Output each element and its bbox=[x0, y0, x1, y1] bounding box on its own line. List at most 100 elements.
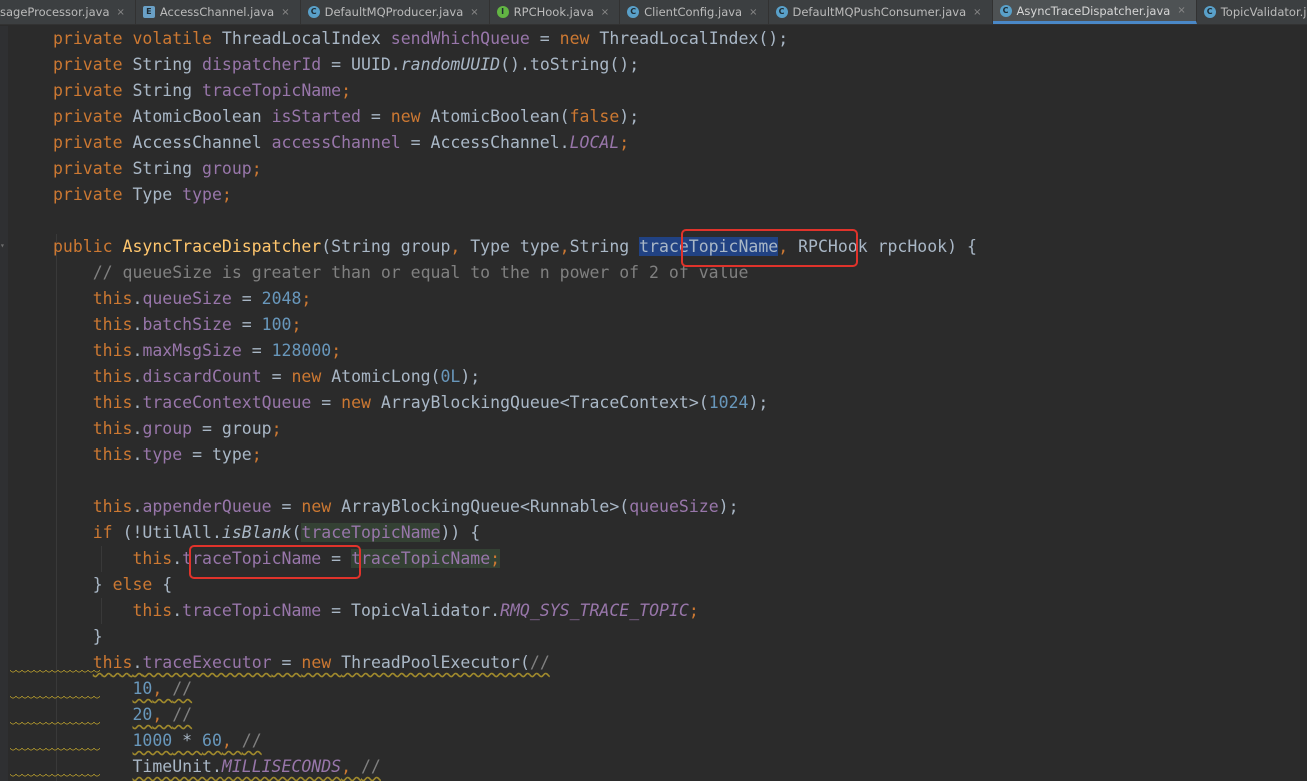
code-token: AtomicBoolean bbox=[132, 107, 272, 126]
code-line[interactable]: private AtomicBoolean isStarted = new At… bbox=[53, 104, 639, 130]
code-token: this bbox=[92, 497, 133, 516]
code-token: = AccessChannel. bbox=[400, 133, 570, 152]
class-icon: C bbox=[307, 6, 320, 18]
code-token: this bbox=[132, 549, 173, 568]
code-line[interactable]: this.maxMsgSize = 128000; bbox=[53, 338, 341, 364]
tab-defaultmqproducer[interactable]: C DefaultMQProducer.java × bbox=[301, 0, 490, 24]
selected-token: traceTopicName bbox=[639, 237, 779, 256]
code-token: , bbox=[152, 679, 173, 698]
tab-label: RPCHook.java bbox=[513, 5, 594, 19]
code-token: ArrayBlockingQueue<Runnable>( bbox=[341, 497, 630, 516]
code-line[interactable]: private Type type; bbox=[53, 182, 232, 208]
class-icon: C bbox=[775, 6, 788, 18]
code-line[interactable]: this.batchSize = 100; bbox=[53, 312, 302, 338]
tab-accesschannel[interactable]: E AccessChannel.java × bbox=[136, 0, 301, 24]
code-token: // bbox=[172, 679, 193, 698]
code-token: 10 bbox=[132, 679, 153, 698]
code-token: , bbox=[221, 731, 242, 750]
tab-sageprocessor[interactable]: sageProcessor.java × bbox=[0, 0, 136, 24]
editor-tab-bar: sageProcessor.java × E AccessChannel.java × C… bbox=[0, 0, 1307, 25]
close-tab-icon[interactable]: × bbox=[1177, 5, 1185, 16]
code-line[interactable]: this.traceContextQueue = new ArrayBlocki… bbox=[53, 390, 769, 416]
code-token: 2048 bbox=[261, 289, 302, 308]
code-line[interactable]: public AsyncTraceDispatcher(String group… bbox=[53, 234, 977, 260]
tab-asynctracedispatcher[interactable]: C AsyncTraceDispatcher.java × bbox=[992, 0, 1197, 24]
code-line[interactable]: this.traceTopicName = TopicValidator.RMQ… bbox=[53, 598, 698, 624]
code-token: ThreadLocalIndex bbox=[221, 29, 391, 48]
code-line[interactable]: this.group = group; bbox=[53, 416, 282, 442]
code-token: ThreadLocalIndex(); bbox=[599, 29, 789, 48]
code-line[interactable]: } else { bbox=[53, 572, 172, 598]
code-line[interactable]: private String dispatcherId = UUID.rando… bbox=[53, 52, 639, 78]
code-line[interactable]: this.queueSize = 2048; bbox=[53, 286, 312, 312]
code-token: sendWhichQueue bbox=[390, 29, 530, 48]
code-token: ); bbox=[619, 107, 640, 126]
code-token: accessChannel bbox=[271, 133, 401, 152]
tab-label: TopicValidator.java bbox=[1220, 5, 1307, 19]
tab-defaultmqpushconsumer[interactable]: C DefaultMQPushConsumer.java × bbox=[769, 0, 993, 24]
code-token: traceExecutor bbox=[142, 653, 272, 672]
code-token: , bbox=[152, 705, 173, 724]
code-token: = type bbox=[182, 445, 252, 464]
code-token: discardCount bbox=[142, 367, 262, 386]
code-token: else bbox=[112, 575, 163, 594]
code-line[interactable]: this.discardCount = new AtomicLong(0L); bbox=[53, 364, 481, 390]
code-token: ; bbox=[271, 419, 282, 438]
code-token: String bbox=[132, 55, 203, 74]
code-line[interactable]: // queueSize is greater than or equal to… bbox=[53, 260, 749, 286]
code-line[interactable]: private String group; bbox=[53, 156, 262, 182]
code-token: . bbox=[132, 653, 143, 672]
code-token: private bbox=[53, 107, 133, 126]
code-line[interactable]: this.type = type; bbox=[53, 442, 262, 468]
code-token: ; bbox=[331, 341, 342, 360]
code-line[interactable]: private AccessChannel accessChannel = Ac… bbox=[53, 130, 629, 156]
code-editor[interactable]: ▾ private volatile ThreadLocalIndex send… bbox=[0, 26, 1307, 781]
code-line[interactable]: this.traceExecutor = new ThreadPoolExecu… bbox=[53, 650, 550, 676]
code-token: . bbox=[132, 497, 143, 516]
code-token: new bbox=[291, 367, 332, 386]
code-token: traceContextQueue bbox=[142, 393, 312, 412]
code-token: = bbox=[271, 497, 302, 516]
code-token: // bbox=[529, 653, 550, 672]
tab-topicvalidator[interactable]: CTopicValidator.java× bbox=[1197, 0, 1307, 24]
code-line[interactable]: private volatile ThreadLocalIndex sendWh… bbox=[53, 26, 788, 52]
tab-clientconfig[interactable]: C ClientConfig.java × bbox=[620, 0, 769, 24]
tab-label: DefaultMQProducer.java bbox=[324, 5, 464, 19]
code-token: this bbox=[92, 289, 133, 308]
code-token: . bbox=[172, 549, 183, 568]
code-token: . bbox=[132, 445, 143, 464]
code-token: AsyncTraceDispatcher bbox=[122, 237, 322, 256]
code-token: 20 bbox=[132, 705, 153, 724]
code-token: ; bbox=[301, 289, 312, 308]
code-token: RMQ_SYS_TRACE_TOPIC bbox=[500, 601, 689, 620]
code-line[interactable]: private String traceTopicName; bbox=[53, 78, 351, 104]
close-tab-icon[interactable]: × bbox=[973, 7, 981, 18]
code-token: = bbox=[311, 393, 342, 412]
fold-marker-icon[interactable]: ▾ bbox=[0, 242, 8, 250]
code-token: private bbox=[53, 133, 133, 152]
code-token: this bbox=[132, 601, 173, 620]
code-token: new bbox=[390, 107, 431, 126]
close-tab-icon[interactable]: × bbox=[749, 7, 757, 18]
code-token: public bbox=[53, 237, 123, 256]
close-tab-icon[interactable]: × bbox=[601, 7, 609, 18]
code-line[interactable]: this.traceTopicName = traceTopicName; bbox=[53, 546, 501, 572]
tab-rpchook[interactable]: I RPCHook.java × bbox=[490, 0, 621, 24]
code-line[interactable]: TimeUnit.MILLISECONDS, // bbox=[53, 754, 380, 780]
code-token: , bbox=[450, 237, 471, 256]
code-line[interactable]: this.appenderQueue = new ArrayBlockingQu… bbox=[53, 494, 739, 520]
code-token: ); bbox=[718, 497, 739, 516]
code-token: type bbox=[142, 445, 183, 464]
close-tab-icon[interactable]: × bbox=[281, 7, 289, 18]
close-tab-icon[interactable]: × bbox=[470, 7, 478, 18]
close-tab-icon[interactable]: × bbox=[117, 7, 125, 18]
code-line[interactable]: if (!UtilAll.isBlank(traceTopicName)) { bbox=[53, 520, 480, 546]
code-token: ThreadPoolExecutor( bbox=[341, 653, 530, 672]
code-line[interactable]: } bbox=[53, 624, 103, 650]
